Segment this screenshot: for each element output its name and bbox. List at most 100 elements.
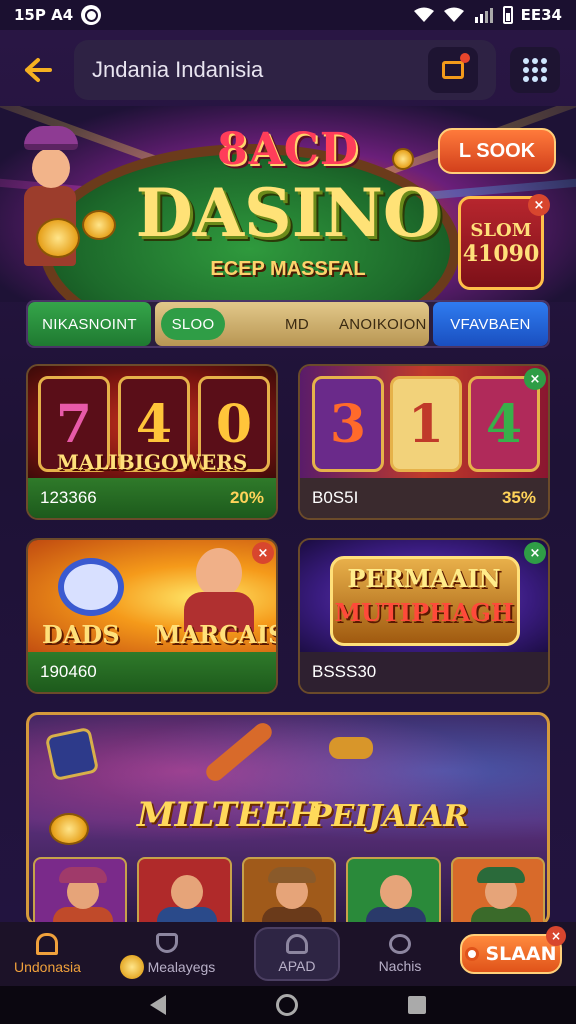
character-avatar[interactable] <box>241 857 337 923</box>
close-badge-icon[interactable]: × <box>546 926 566 946</box>
cta-label: SLAAN <box>485 943 557 965</box>
character-avatar[interactable] <box>346 857 441 923</box>
status-right: EE34 <box>413 6 562 24</box>
game-code: 123366 <box>40 488 97 507</box>
nav-item-2-label: Mealayegs <box>147 959 216 975</box>
tab-3[interactable]: MD <box>285 316 309 333</box>
book-button[interactable]: L SOOK <box>438 128 556 174</box>
hero-banner[interactable]: 8ACD DASINO ECEP MASSFAL L SOOK SLOM 410… <box>0 106 576 302</box>
gift-button[interactable] <box>428 47 478 93</box>
battery-icon <box>502 6 513 24</box>
game-code: 190460 <box>40 662 97 681</box>
wifi-icon <box>413 7 434 22</box>
logo-emblem <box>58 558 124 616</box>
card-footer: BSSS30 <box>300 652 548 692</box>
status-left: 15P A4 <box>14 5 102 25</box>
game-code: B0S5I <box>312 488 359 507</box>
play-icon <box>465 947 480 961</box>
game-title-line2: MUTIPHAGH <box>334 598 514 627</box>
nav-home-label: Undonasia <box>14 959 81 975</box>
game-rtp: 20% <box>229 488 264 507</box>
search-bar[interactable]: Jndania Indanisia <box>74 40 496 100</box>
book-label: L SOOK <box>458 139 536 162</box>
game-art: DADS MARCAIS <box>28 540 276 656</box>
reel: 4 <box>468 376 540 472</box>
nav-item-4[interactable]: Nachis <box>378 934 422 974</box>
game-art: 7 4 0 MALIBIGOWERS <box>28 366 276 482</box>
game-card[interactable]: 7 4 0 MALIBIGOWERS 123366 20% <box>26 364 278 520</box>
game-title-line1: PERMAAIN <box>347 564 501 593</box>
nav-item-3-label: APAD <box>278 958 316 974</box>
close-badge-icon[interactable]: × <box>524 542 546 564</box>
close-badge-icon[interactable]: × <box>528 194 550 216</box>
close-badge-icon[interactable]: × <box>252 542 274 564</box>
back-triangle-icon[interactable] <box>150 995 166 1015</box>
coin-stack <box>49 813 89 845</box>
reel: 3 <box>312 376 384 472</box>
cloud-icon <box>285 934 308 954</box>
character-row <box>33 857 546 923</box>
cta-button[interactable]: SLAAN × <box>460 926 566 974</box>
tab-4[interactable]: ANOIKOION <box>339 316 427 333</box>
game-code: BSSS30 <box>312 662 377 681</box>
nav-item-2[interactable]: Mealayegs <box>119 929 216 979</box>
reel: 1 <box>390 376 462 472</box>
tab-label: VFAVBAEN <box>450 315 531 333</box>
tab-label: NIKASNOINT <box>42 315 137 333</box>
tab-5[interactable]: VFAVBAEN <box>432 302 548 346</box>
character-face <box>196 548 242 598</box>
tab-group-middle: SLOO MD ANOIKOION <box>155 302 429 346</box>
promo-panel[interactable]: MILTEEH PEIJAIAR <box>26 712 550 926</box>
status-time: 15P A4 <box>14 6 74 24</box>
game-title: MALIBIGOWERS <box>56 450 248 474</box>
grid-menu-icon <box>523 58 547 82</box>
tab-1[interactable]: NIKASNOINT <box>28 302 152 346</box>
slot-sign-line2: 41090 <box>462 240 540 267</box>
close-badge-icon[interactable]: × <box>524 368 546 390</box>
game-rtp: 35% <box>501 488 536 507</box>
card-footer: B0S5I 35% <box>300 478 548 518</box>
hammer-icon <box>329 737 373 759</box>
game-card[interactable]: 3 1 4 B0S5I 35% × <box>298 364 550 520</box>
signal-icon <box>474 8 493 23</box>
home-circle-icon[interactable] <box>276 994 298 1016</box>
nav-home[interactable]: Undonasia <box>14 933 81 975</box>
promo-title-1: MILTEEH <box>137 795 321 835</box>
game-card[interactable]: DADS MARCAIS 190460 × <box>26 538 278 694</box>
coin-icon <box>119 955 144 979</box>
recent-apps-icon[interactable] <box>408 996 426 1014</box>
character-avatar[interactable] <box>450 857 546 923</box>
top-header: Jndania Indanisia <box>0 34 576 106</box>
promo-title-2: PEIJAIAR <box>309 799 469 834</box>
bear-icon <box>388 934 411 954</box>
notification-dot <box>460 53 470 63</box>
game-title-left: DADS <box>42 620 120 649</box>
slot-sign-line1: SLOM <box>470 219 532 241</box>
bottom-nav: Undonasia Mealayegs APAD Nachis SLAAN × <box>0 922 576 986</box>
back-button[interactable] <box>16 48 60 92</box>
system-nav <box>0 986 576 1024</box>
nav-item-3[interactable]: APAD <box>253 927 340 981</box>
card-footer: 123366 20% <box>28 478 276 518</box>
game-art: 3 1 4 <box>300 366 548 482</box>
wifi-icon-2 <box>443 7 464 22</box>
arrow-left-icon <box>25 58 52 82</box>
nav-item-4-label: Nachis <box>378 958 422 974</box>
shield-icon <box>156 933 179 953</box>
dice-icon <box>44 726 100 782</box>
menu-button[interactable] <box>510 47 560 93</box>
app-notification-icon <box>81 5 102 25</box>
tab-2[interactable]: SLOO <box>161 308 226 340</box>
card-footer: 190460 <box>28 652 276 692</box>
game-art: PERMAAIN MUTIPHAGH <box>300 540 548 656</box>
gift-icon <box>442 61 464 79</box>
game-title-right: MARCAIS <box>154 620 278 649</box>
status-right-time: EE34 <box>520 6 562 24</box>
category-tabs: NIKASNOINT SLOO MD ANOIKOION VFAVBAEN <box>26 300 550 348</box>
search-input[interactable]: Jndania Indanisia <box>92 57 418 83</box>
character-avatar[interactable] <box>137 857 232 923</box>
character-avatar[interactable] <box>33 857 128 923</box>
home-icon <box>36 933 59 955</box>
game-card[interactable]: PERMAAIN MUTIPHAGH BSSS30 × <box>298 538 550 694</box>
app-screen: 15P A4 EE34 Jndania Indanisia 8ACD DASIN… <box>0 0 576 1024</box>
